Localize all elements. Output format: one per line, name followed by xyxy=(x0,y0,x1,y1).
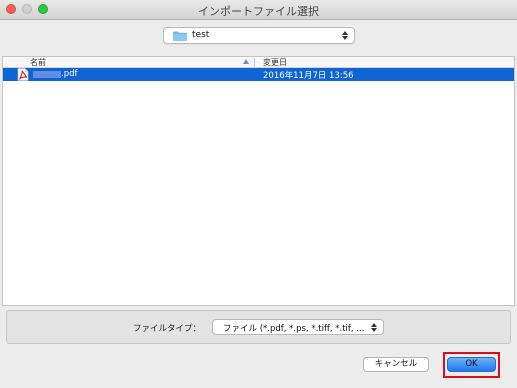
pdf-file-icon xyxy=(17,68,29,81)
column-header-row: 名前 変更日 xyxy=(3,57,514,68)
file-type-label: ファイルタイプ： xyxy=(133,324,202,334)
updown-arrows-icon xyxy=(371,322,378,333)
file-date-modified: 2016年11月7日 13:56 xyxy=(263,71,354,81)
folder-icon xyxy=(173,31,187,41)
file-row-selected[interactable]: .pdf 2016年11月7日 13:56 xyxy=(3,68,514,81)
sort-ascending-icon xyxy=(243,59,249,64)
column-divider[interactable] xyxy=(254,58,255,67)
column-header-name[interactable]: 名前 xyxy=(30,57,46,68)
file-type-value: ファイル (*.pdf, *.ps, *.tiff, *.tif, ... xyxy=(223,324,365,334)
redacted-filename xyxy=(33,71,61,78)
location-bar: test xyxy=(0,21,517,51)
folder-popup-button[interactable]: test xyxy=(163,27,355,44)
folder-name: test xyxy=(192,30,210,40)
column-header-date-modified[interactable]: 変更日 xyxy=(263,57,287,68)
file-type-select[interactable]: ファイル (*.pdf, *.ps, *.tiff, *.tif, ... xyxy=(212,319,384,335)
cancel-button[interactable]: キャンセル xyxy=(363,357,429,372)
updown-arrows-icon xyxy=(342,30,349,41)
window-title: インポートファイル選択 xyxy=(198,5,319,18)
title-bar: インポートファイル選択 xyxy=(0,0,517,20)
file-list[interactable]: 名前 変更日 .pdf 2016年11月7日 13:56 xyxy=(2,56,515,306)
options-panel: ファイルタイプ： ファイル (*.pdf, *.ps, *.tiff, *.ti… xyxy=(6,310,511,344)
file-name: .pdf xyxy=(61,69,78,79)
ok-button[interactable]: OK xyxy=(447,357,496,372)
